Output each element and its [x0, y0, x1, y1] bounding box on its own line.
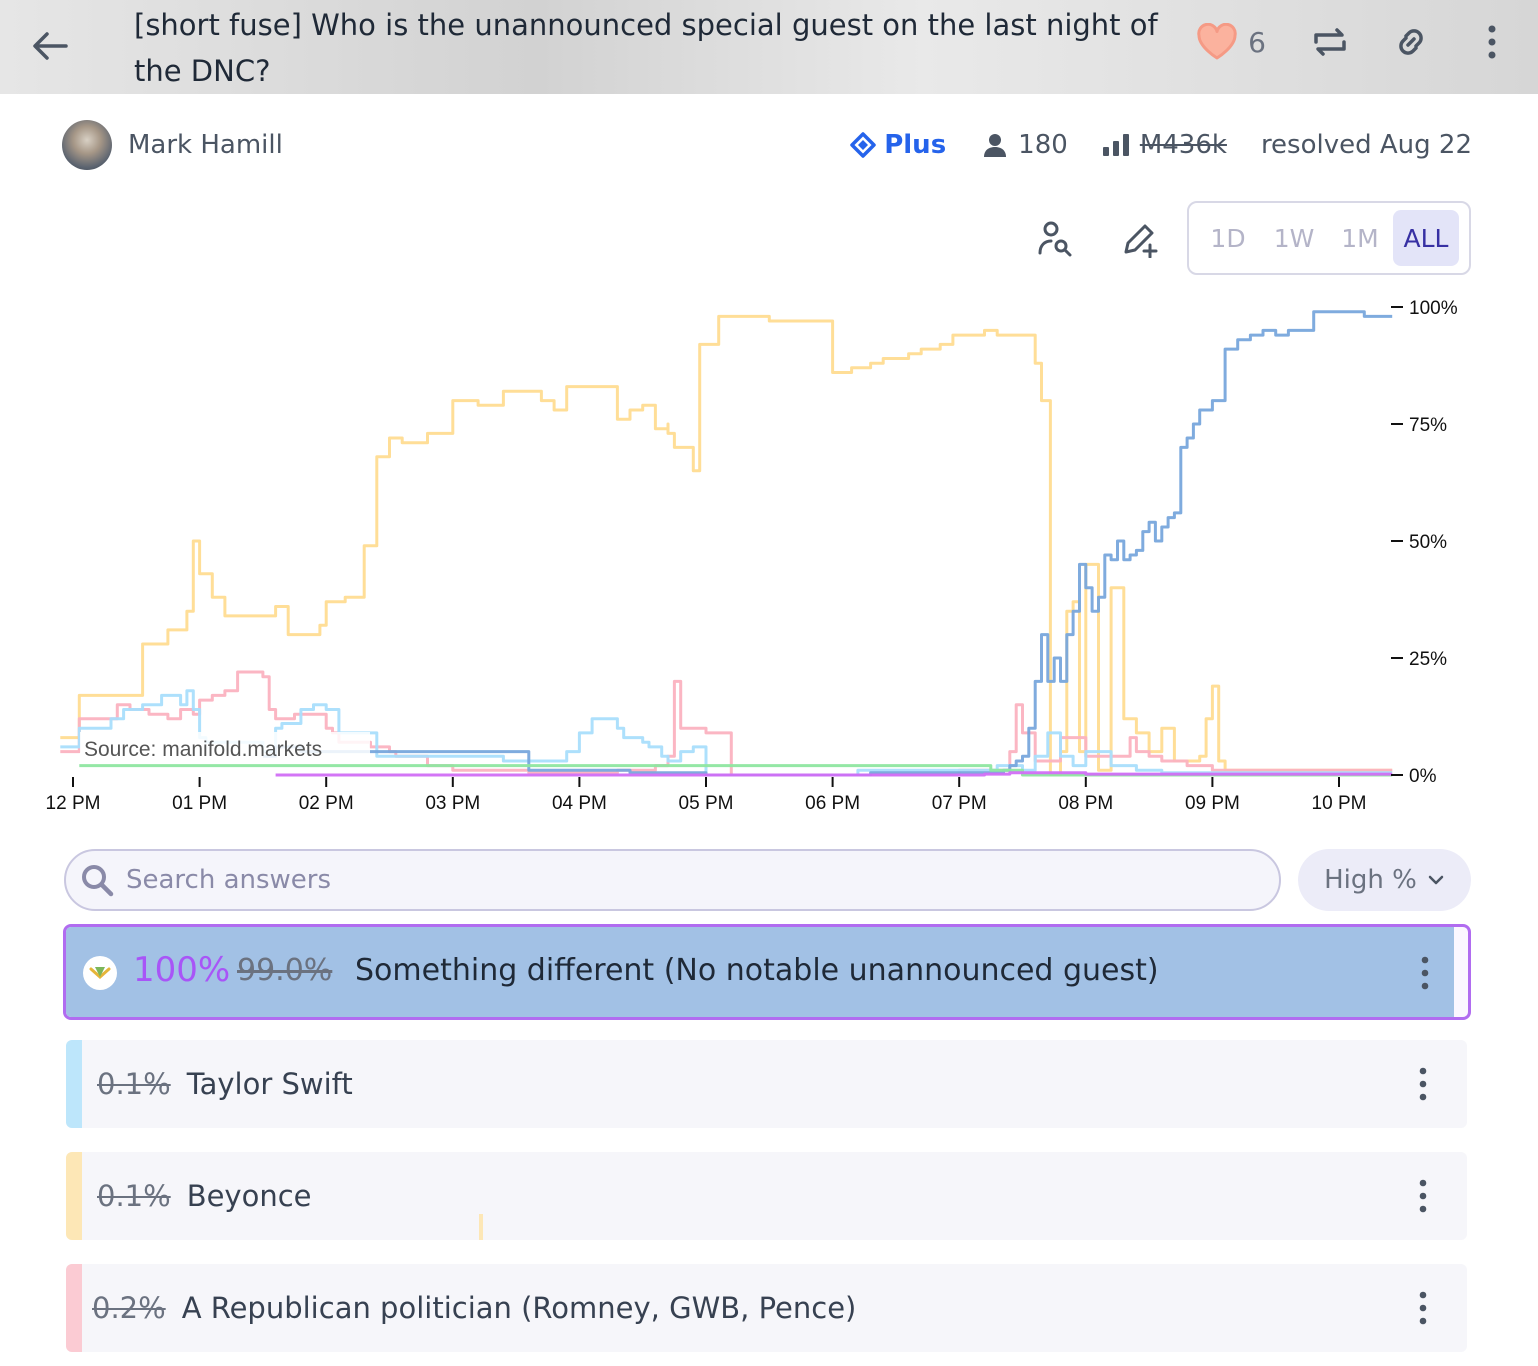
x-tick-label: 03 PM: [425, 793, 480, 814]
more-options-icon[interactable]: [1472, 22, 1512, 62]
x-tick-label: 02 PM: [299, 793, 354, 814]
answer-probability: 0.1%: [97, 1179, 171, 1213]
x-tick-label: 04 PM: [552, 793, 607, 814]
answer-text: Taylor Swift: [186, 1067, 353, 1101]
x-tick-label: 05 PM: [679, 793, 734, 814]
sort-dropdown[interactable]: High %: [1298, 849, 1471, 911]
diamond-icon: [850, 132, 876, 158]
traders-value: 180: [1018, 130, 1068, 160]
answer-row-beyonce[interactable]: 0.1% Beyonce: [66, 1152, 1467, 1240]
y-tick-label: 25%: [1409, 649, 1447, 670]
repost-icon[interactable]: [1310, 22, 1350, 62]
search-icon: [82, 865, 114, 897]
chevron-down-icon: [1428, 875, 1444, 885]
x-tick-label: 09 PM: [1185, 793, 1240, 814]
answer-more-icon[interactable]: [1415, 1288, 1431, 1328]
answer-cursor-mark: [479, 1214, 483, 1240]
answer-color-bar: [66, 1264, 82, 1352]
answer-color-bar: [66, 1040, 82, 1128]
resolved-status: resolved Aug 22: [1260, 130, 1472, 160]
answer-probability: 0.1%: [97, 1067, 171, 1101]
y-tick-label: 75%: [1409, 415, 1447, 436]
y-tick-label: 0%: [1409, 766, 1437, 787]
series-line-5: [275, 771, 1393, 777]
market-info-row: Mark Hamill Plus 180 M436k resolved Aug …: [62, 118, 1472, 172]
x-tick-label: 12 PM: [46, 793, 101, 814]
answer-row-winner[interactable]: 100% 99.0% Something different (No notab…: [63, 924, 1471, 1020]
timeframe-selector: 1D 1W 1M ALL: [1187, 201, 1471, 275]
series-line-0: [60, 314, 1393, 777]
back-arrow-icon[interactable]: [30, 26, 70, 66]
resolved-avatar-icon: [83, 956, 117, 990]
answer-color-bar: [66, 1152, 82, 1240]
y-tick-label: 100%: [1409, 298, 1458, 319]
volume-stat[interactable]: M436k: [1102, 130, 1227, 160]
timeframe-1m[interactable]: 1M: [1327, 210, 1393, 266]
bar-chart-icon: [1102, 134, 1129, 156]
search-box[interactable]: [64, 849, 1281, 911]
avatar[interactable]: [62, 120, 112, 170]
plus-badge[interactable]: Plus: [850, 130, 946, 160]
plus-label: Plus: [884, 130, 947, 160]
answer-text: Something different (No notable unannoun…: [355, 953, 1159, 988]
x-tick-label: 07 PM: [932, 793, 987, 814]
answer-row-republican-politician[interactable]: 0.2% A Republican politician (Romney, GW…: [66, 1264, 1467, 1352]
timeframe-1w[interactable]: 1W: [1261, 210, 1327, 266]
answer-row-taylor-swift[interactable]: 0.1% Taylor Swift: [66, 1040, 1467, 1128]
edit-add-icon[interactable]: [1120, 218, 1160, 258]
like-button[interactable]: 6: [1196, 23, 1266, 61]
x-tick-label: 06 PM: [805, 793, 860, 814]
top-bar: [short fuse] Who is the unannounced spec…: [0, 0, 1538, 94]
answer-more-icon[interactable]: [1417, 953, 1433, 993]
copy-link-icon[interactable]: [1391, 22, 1431, 62]
traders-count[interactable]: 180: [982, 130, 1068, 160]
x-tick-label: 08 PM: [1058, 793, 1113, 814]
y-tick-label: 50%: [1409, 532, 1447, 553]
page-title: [short fuse] Who is the unannounced spec…: [134, 8, 1158, 88]
series-line-3: [262, 310, 1393, 777]
source-label: Source: manifold.markets: [84, 738, 322, 761]
author-name[interactable]: Mark Hamill: [128, 130, 283, 160]
timeframe-1d[interactable]: 1D: [1195, 210, 1261, 266]
probability-chart[interactable]: 12 PM 01 PM 02 PM 03 PM 04 PM 05 PM 06 PM 07 PM…: [0, 280, 1538, 825]
find-user-icon[interactable]: [1035, 218, 1075, 258]
answer-more-icon[interactable]: [1415, 1064, 1431, 1104]
heart-icon: [1197, 23, 1237, 60]
answer-more-icon[interactable]: [1415, 1176, 1431, 1216]
volume-value: M436k: [1139, 130, 1227, 160]
answer-probability: 0.2%: [92, 1291, 166, 1325]
like-count: 6: [1248, 25, 1266, 59]
resolved-probability: 100%: [133, 950, 231, 990]
x-tick-label: 10 PM: [1312, 793, 1367, 814]
answer-text: Beyonce: [186, 1179, 312, 1213]
search-input[interactable]: [126, 865, 1126, 895]
answer-text: A Republican politician (Romney, GWB, Pe…: [181, 1291, 857, 1325]
timeframe-all[interactable]: ALL: [1393, 210, 1459, 266]
x-tick-label: 01 PM: [172, 793, 227, 814]
answer-probability: 99.0%: [237, 953, 333, 988]
sort-label: High %: [1324, 865, 1417, 895]
user-icon: [984, 134, 1007, 157]
